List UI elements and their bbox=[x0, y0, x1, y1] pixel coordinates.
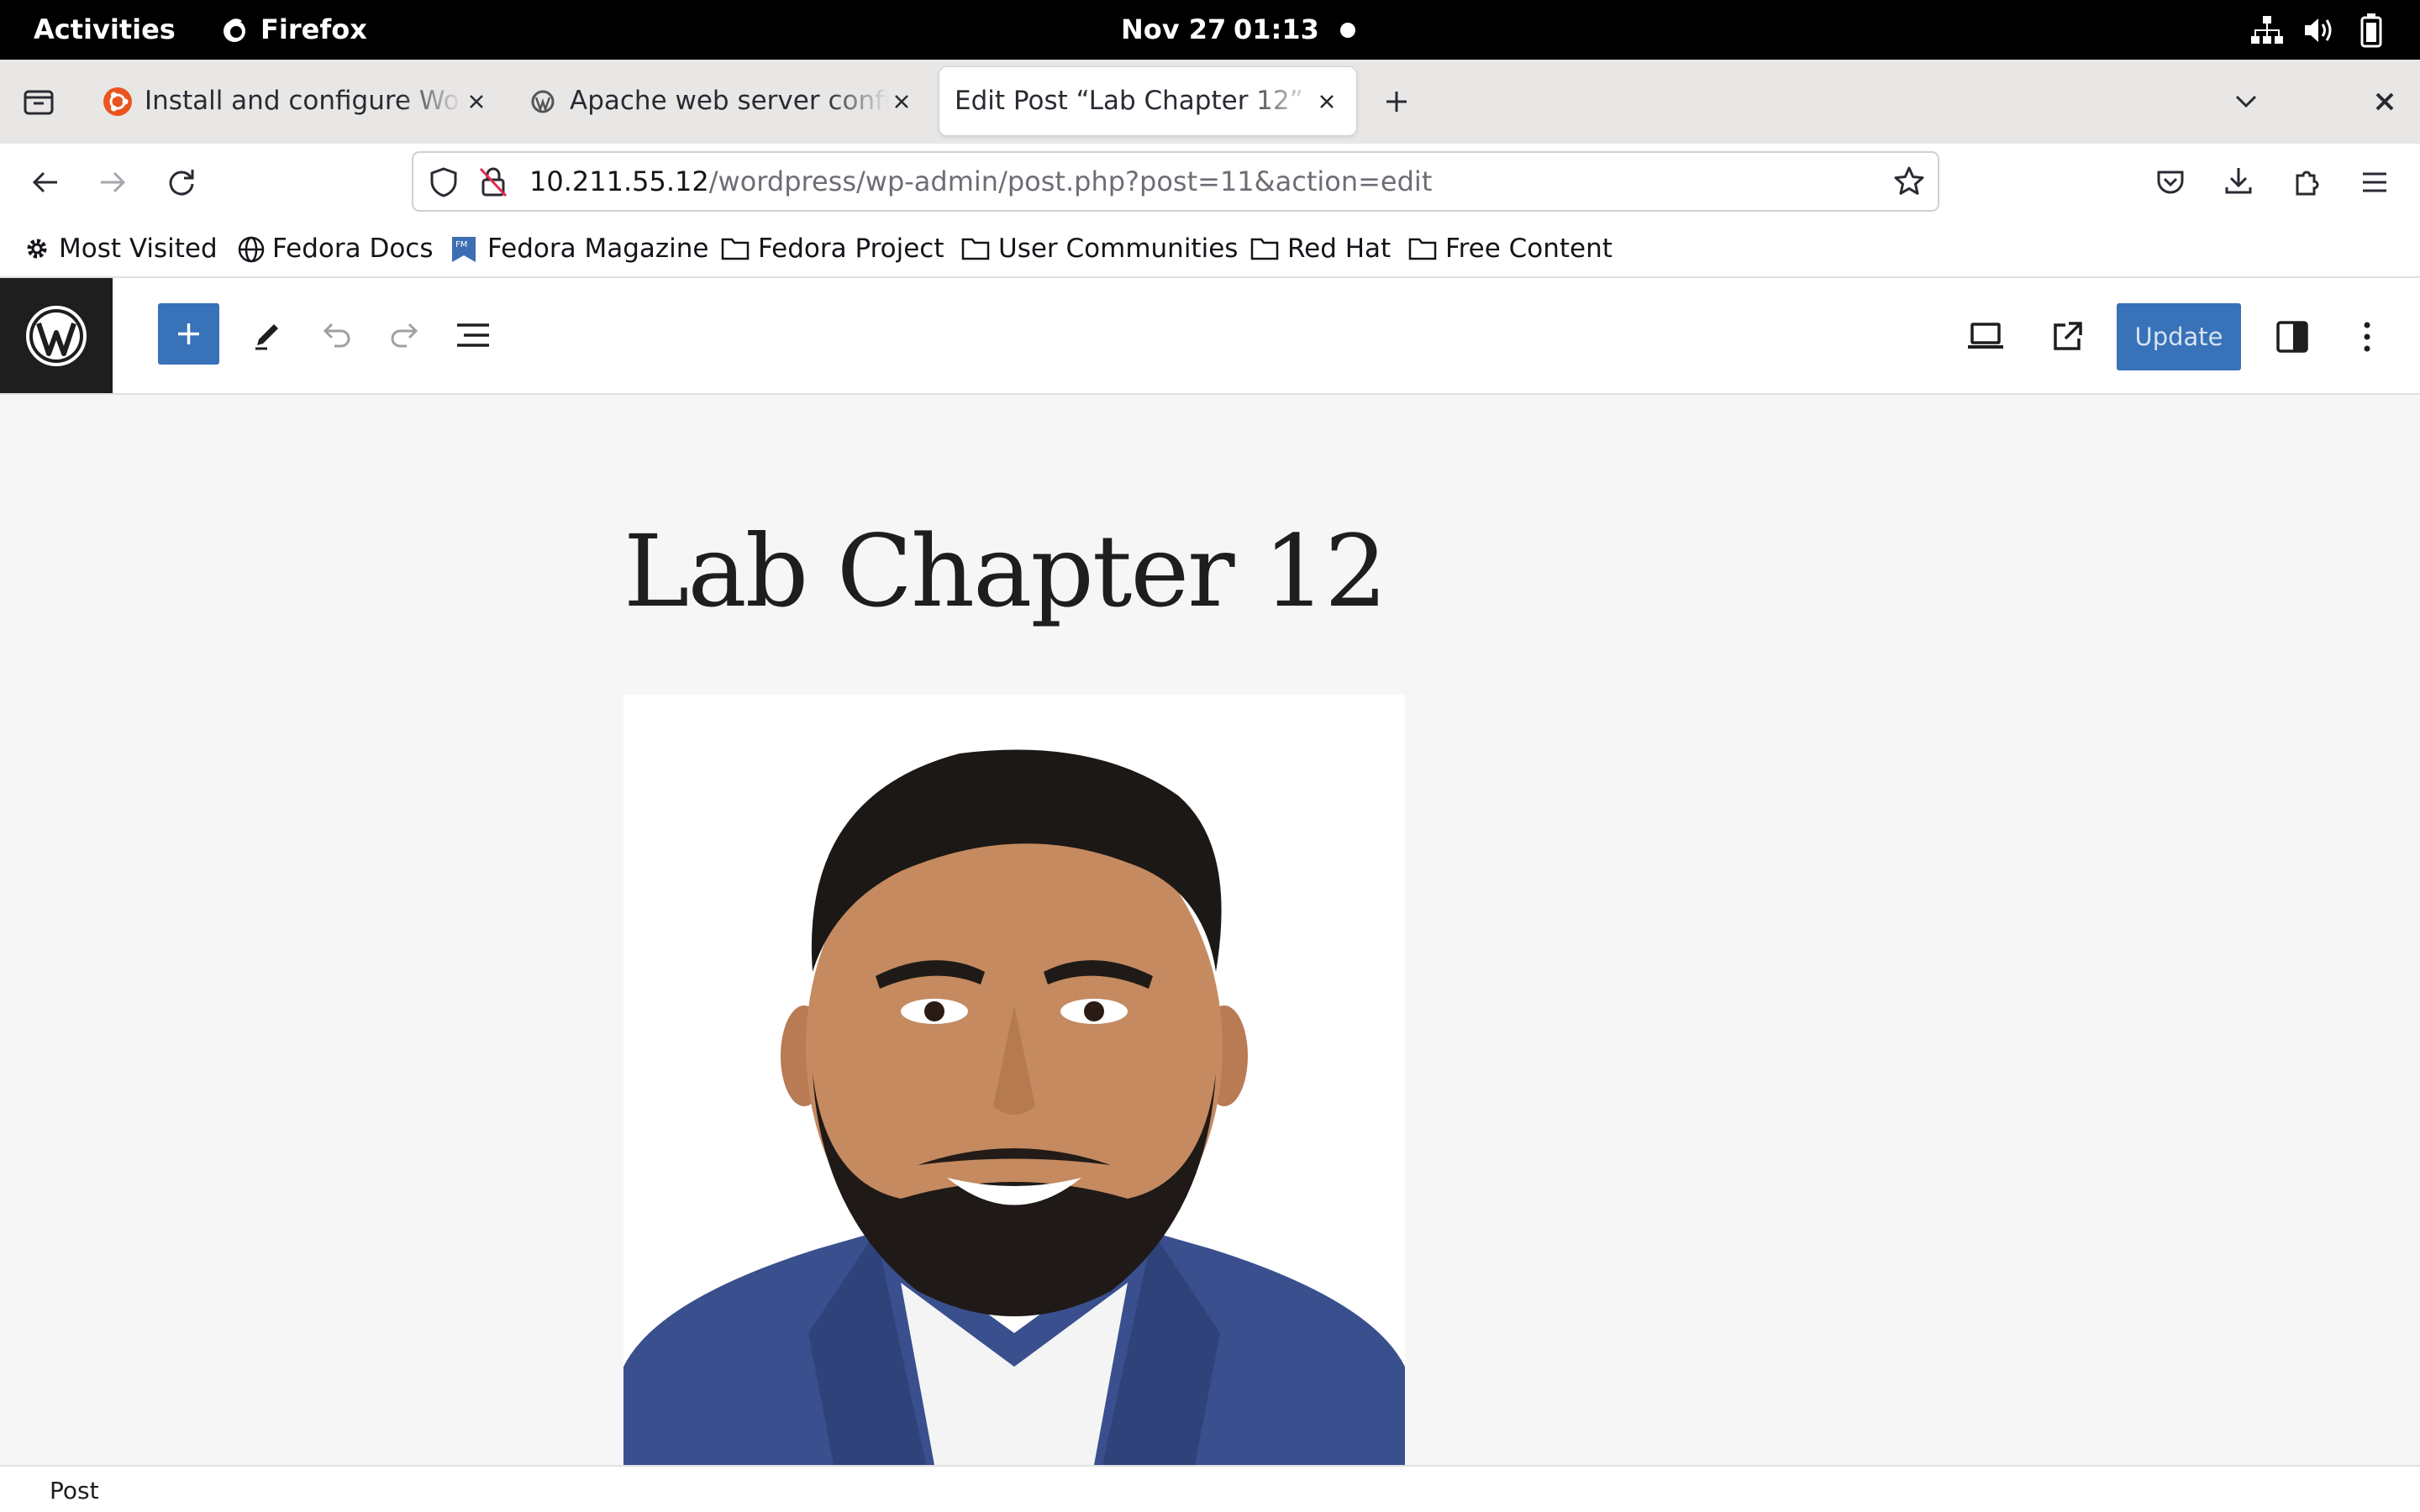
folder-icon bbox=[1250, 238, 1279, 260]
close-icon[interactable] bbox=[462, 87, 491, 116]
pocket-icon[interactable] bbox=[2154, 165, 2187, 199]
close-icon[interactable] bbox=[887, 87, 916, 116]
network-icon[interactable] bbox=[2250, 14, 2284, 46]
activities-button[interactable]: Activities bbox=[34, 0, 176, 60]
undo-icon[interactable] bbox=[319, 320, 353, 349]
new-tab-icon[interactable] bbox=[1380, 85, 1413, 118]
firefox-view-icon[interactable] bbox=[22, 85, 55, 118]
post-title[interactable]: Lab Chapter 12 bbox=[623, 512, 1387, 632]
plus-icon bbox=[178, 323, 199, 344]
more-options-vertical-icon[interactable] bbox=[2354, 320, 2380, 354]
volume-icon[interactable] bbox=[2302, 15, 2336, 45]
folder-icon bbox=[721, 238, 750, 260]
wordpress-logo-icon bbox=[26, 306, 87, 366]
svg-text:FM: FM bbox=[455, 240, 467, 249]
tab-edit-post[interactable]: Edit Post “Lab Chapter 12” ‹ b bbox=[939, 67, 1356, 135]
tab-title: Apache web server configuration bbox=[570, 86, 889, 116]
ubuntu-icon bbox=[103, 87, 132, 116]
view-post-external-icon[interactable] bbox=[2050, 318, 2086, 354]
tab-apache-config[interactable]: Apache web server configuration bbox=[516, 67, 928, 135]
back-arrow-icon[interactable] bbox=[29, 167, 62, 197]
battery-icon[interactable] bbox=[2360, 13, 2383, 48]
globe-icon bbox=[238, 236, 265, 263]
hamburger-menu-icon[interactable] bbox=[2358, 167, 2391, 197]
block-inserter-button[interactable] bbox=[158, 303, 219, 365]
insecure-lock-icon[interactable] bbox=[477, 165, 509, 199]
shield-icon[interactable] bbox=[429, 166, 459, 198]
settings-sidebar-toggle-icon[interactable] bbox=[2275, 320, 2309, 354]
system-top-bar: Activities Firefox Nov 27 01:13 bbox=[0, 0, 2420, 60]
editor-footer-breadcrumb: Post bbox=[0, 1465, 2420, 1512]
url-path: /wordpress/wp-admin/post.php?post=11&act… bbox=[708, 165, 1433, 197]
bookmark-star-icon[interactable] bbox=[1892, 165, 1926, 198]
bookmarks-toolbar: Most Visited Fedora Docs FM Fedora Magaz… bbox=[0, 221, 2420, 278]
downloads-icon[interactable] bbox=[2222, 164, 2255, 197]
folder-icon bbox=[961, 238, 990, 260]
app-menu-firefox[interactable]: Firefox bbox=[260, 0, 367, 60]
pencil-edit-icon[interactable] bbox=[250, 317, 284, 352]
redo-icon[interactable] bbox=[388, 320, 422, 349]
tab-title: Edit Post “Lab Chapter 12” ‹ b bbox=[955, 86, 1316, 116]
preview-device-icon[interactable] bbox=[1966, 322, 2005, 350]
bookmark-label: Red Hat bbox=[1287, 234, 1392, 264]
close-window-icon[interactable] bbox=[2370, 87, 2400, 117]
editor-header: Update bbox=[0, 278, 2420, 395]
update-button[interactable]: Update bbox=[2117, 303, 2241, 370]
firefox-icon bbox=[224, 18, 245, 42]
portrait-photo bbox=[623, 749, 1405, 1465]
clock-date[interactable]: Nov 27 bbox=[1121, 0, 1226, 60]
notification-dot-icon bbox=[1340, 23, 1355, 38]
wordpress-icon bbox=[531, 90, 555, 113]
bookmark-label: Fedora Docs bbox=[272, 234, 434, 264]
wordpress-logo-button[interactable] bbox=[0, 278, 113, 393]
gear-icon bbox=[27, 239, 47, 259]
bookmark-label: User Communities bbox=[998, 234, 1239, 264]
editor-canvas: Lab Chapter 12 bbox=[0, 395, 2420, 1465]
folder-icon bbox=[1408, 238, 1437, 260]
url-text[interactable]: 10.211.55.12/wordpress/wp-admin/post.php… bbox=[529, 153, 1432, 210]
reload-icon[interactable] bbox=[165, 165, 198, 199]
image-block[interactable] bbox=[623, 695, 1405, 1465]
close-icon[interactable] bbox=[1313, 87, 1341, 116]
document-overview-icon[interactable] bbox=[455, 320, 491, 350]
tab-strip: Install and configure WordPress Apache w… bbox=[0, 60, 2420, 144]
url-host: 10.211.55.12 bbox=[529, 165, 709, 197]
url-bar[interactable]: 10.211.55.12/wordpress/wp-admin/post.php… bbox=[412, 151, 1939, 212]
tab-title: Install and configure WordPress bbox=[145, 86, 464, 116]
bookmark-label: Fedora Project bbox=[758, 234, 944, 264]
fedora-magazine-icon: FM bbox=[452, 237, 476, 262]
bookmark-label: Free Content bbox=[1445, 234, 1612, 264]
breadcrumb-post[interactable]: Post bbox=[50, 1477, 99, 1504]
tab-install-wordpress[interactable]: Install and configure WordPress bbox=[91, 67, 502, 135]
tab-list-chevron-down-icon[interactable] bbox=[2230, 87, 2262, 117]
bookmark-label: Fedora Magazine bbox=[487, 234, 709, 264]
forward-arrow-icon[interactable] bbox=[96, 167, 129, 197]
clock-time[interactable]: 01:13 bbox=[1234, 0, 1319, 60]
bookmark-label: Most Visited bbox=[59, 234, 218, 264]
extensions-icon[interactable] bbox=[2291, 164, 2324, 199]
